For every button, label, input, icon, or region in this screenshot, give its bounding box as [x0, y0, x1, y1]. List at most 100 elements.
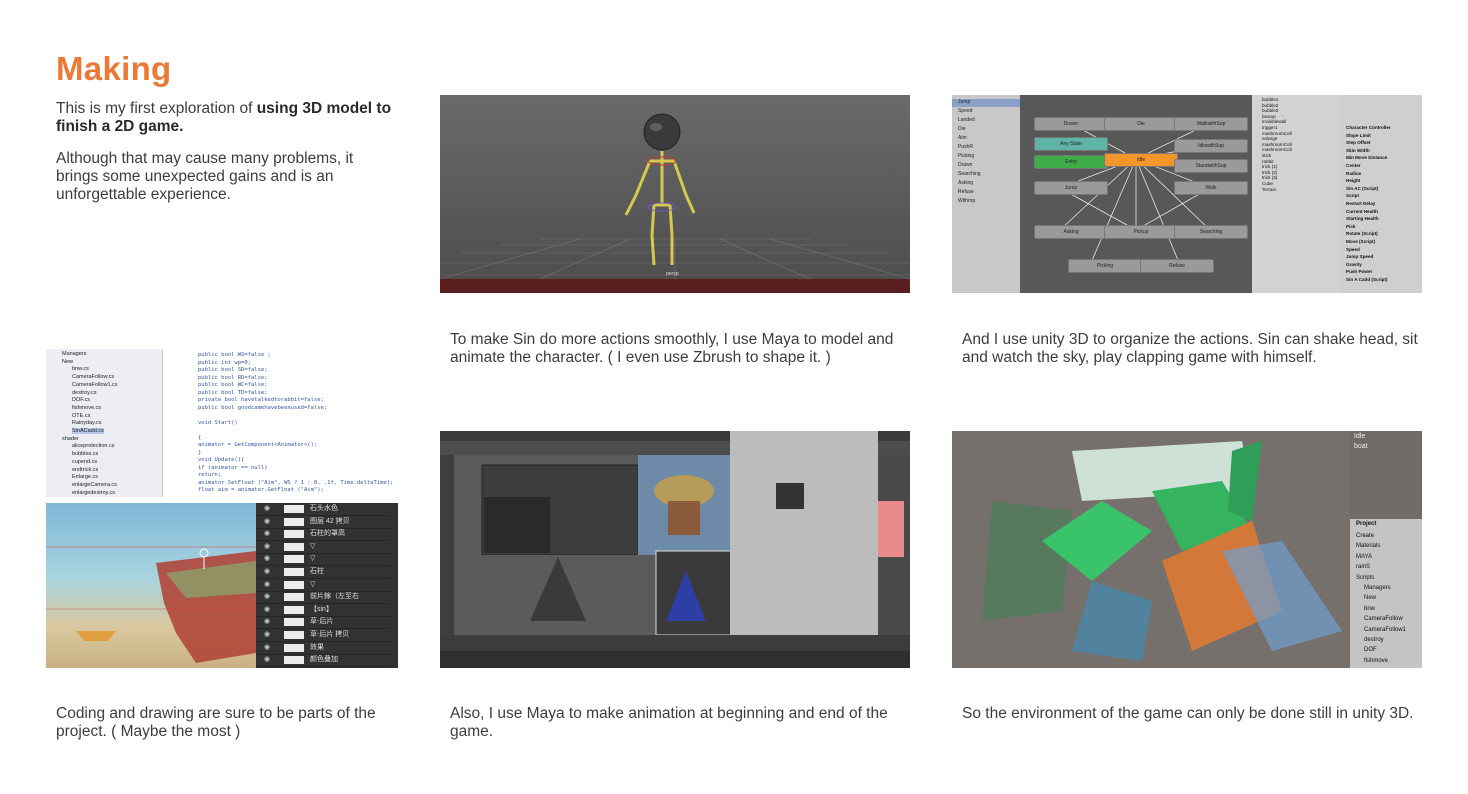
layer-row[interactable]: ◉ 石柱的罩高	[256, 528, 390, 542]
eye-icon[interactable]: ◉	[264, 604, 270, 616]
project-tree-item[interactable]: shader	[62, 436, 79, 442]
project-item[interactable]: New	[1364, 595, 1376, 601]
hierarchy-item[interactable]: faceup	[1262, 114, 1276, 119]
state-node[interactable]: IdlewithSup	[1174, 139, 1248, 153]
eye-icon[interactable]: ◉	[264, 579, 270, 591]
state-node[interactable]: Picking	[1068, 259, 1142, 273]
state-node[interactable]: Entry	[1034, 155, 1108, 169]
project-tree-item[interactable]: OTE.cs	[72, 413, 90, 419]
state-node[interactable]: Asking	[1034, 225, 1108, 239]
eye-icon[interactable]: ◉	[264, 553, 270, 565]
project-item[interactable]: rainS	[1356, 564, 1370, 570]
project-tree-item[interactable]: aliceprotection.cs	[72, 443, 115, 449]
project-tree-item[interactable]: Enlarge.cs	[72, 474, 98, 480]
param-row[interactable]: Drawn	[952, 162, 1020, 170]
param-row[interactable]: Refuse	[952, 189, 1020, 197]
param-row[interactable]: Asking	[952, 180, 1020, 188]
hierarchy-item[interactable]: trick (3)	[1262, 175, 1277, 180]
scene-label-boat[interactable]: boat	[1354, 443, 1368, 450]
layer-row[interactable]: ◉ 图层 42 拷贝	[256, 516, 390, 529]
param-row[interactable]: Picking	[952, 153, 1020, 161]
hierarchy-item[interactable]: enlarge	[1262, 136, 1277, 141]
project-tree-item[interactable]: enlargedestroy.cs	[72, 490, 115, 496]
project-tree-item[interactable]: cupend.cs	[72, 459, 97, 465]
state-node[interactable]: Drawn	[1034, 117, 1108, 131]
project-tree-item[interactable]: SinACadd.cs	[72, 428, 104, 434]
project-tree-item[interactable]: Rainyday.cs	[72, 420, 102, 426]
project-item[interactable]: Scripts	[1356, 575, 1374, 581]
layer-row[interactable]: ◉ ▽	[256, 553, 390, 567]
param-row[interactable]: Landed	[952, 117, 1020, 125]
state-node[interactable]: Walk	[1174, 181, 1248, 195]
project-item[interactable]: Materials	[1356, 543, 1380, 549]
eye-icon[interactable]: ◉	[264, 654, 270, 666]
eye-icon[interactable]: ◉	[264, 566, 270, 578]
animator-graph[interactable]: Drawn Die WalkwithSup Any State Idlewith…	[1020, 95, 1252, 293]
project-item[interactable]: Create	[1356, 533, 1374, 539]
project-tree-item[interactable]: bnw.cs	[72, 366, 89, 372]
hierarchy-item[interactable]: trick (2)	[1262, 170, 1277, 175]
hierarchy-item[interactable]: trick (1)	[1262, 164, 1277, 169]
hierarchy-item[interactable]: mashroomColl	[1262, 147, 1292, 152]
hierarchy-item[interactable]: bubble2	[1262, 103, 1278, 108]
animation-timeline[interactable]	[440, 279, 910, 293]
hierarchy-item[interactable]: rabbit	[1262, 159, 1274, 164]
hierarchy-item[interactable]: mashroomColl	[1262, 131, 1292, 136]
project-item[interactable]: CameraFollow	[1364, 616, 1403, 622]
scene-label-idle[interactable]: Idle	[1354, 433, 1365, 440]
param-row[interactable]: PushR	[952, 144, 1020, 152]
state-node[interactable]: Pickup	[1104, 225, 1178, 239]
layer-row[interactable]: ◉ 石头水色	[256, 503, 390, 516]
layer-row[interactable]: ◉ 前片鎵（左至右	[256, 591, 390, 605]
state-node[interactable]: Refuse	[1140, 259, 1214, 273]
project-tree-item[interactable]: fishmove.cs	[72, 405, 101, 411]
project-item[interactable]: bnw	[1364, 606, 1375, 612]
layer-row[interactable]: ◉ ▽	[256, 541, 390, 554]
state-node[interactable]: Jump	[1034, 181, 1108, 195]
eye-icon[interactable]: ◉	[264, 528, 270, 540]
project-item[interactable]: Managers	[1364, 585, 1391, 591]
layer-row[interactable]: ◉ 效果	[256, 642, 390, 655]
project-item[interactable]: destroy	[1364, 637, 1384, 643]
project-tree-item[interactable]: destroy.cs	[72, 390, 97, 396]
eye-icon[interactable]: ◉	[264, 541, 270, 553]
project-item[interactable]: CameraFollow1	[1364, 627, 1406, 633]
hierarchy-item[interactable]: mashroomColl	[1262, 142, 1292, 147]
layer-row[interactable]: ◉ 【sin】	[256, 604, 390, 617]
state-node[interactable]: Idle	[1104, 153, 1178, 167]
hierarchy-item[interactable]: bubble3	[1262, 108, 1278, 113]
param-row[interactable]: Jump	[952, 99, 1020, 107]
state-node[interactable]: Any State	[1034, 137, 1108, 151]
project-tree-item[interactable]: New	[62, 359, 73, 365]
eye-icon[interactable]: ◉	[264, 516, 270, 528]
project-item[interactable]: DOF	[1364, 647, 1377, 653]
state-node[interactable]: WalkwithSup	[1174, 117, 1248, 131]
param-row[interactable]: Aim	[952, 135, 1020, 143]
layer-row[interactable]: ◉ 颜色叠加	[256, 654, 390, 668]
eye-icon[interactable]: ◉	[264, 503, 270, 515]
hierarchy-item[interactable]: invisiblewall	[1262, 119, 1286, 124]
hierarchy-item[interactable]: trigger1	[1262, 125, 1278, 130]
eye-icon[interactable]: ◉	[264, 616, 270, 628]
project-tree-item[interactable]: CameraFollow.cs	[72, 374, 114, 380]
project-item[interactable]: MAYA	[1356, 554, 1372, 560]
project-tree-item[interactable]: Managers	[62, 351, 86, 357]
eye-icon[interactable]: ◉	[264, 629, 270, 641]
project-tree-item[interactable]: bubbles.cs	[72, 451, 98, 457]
layer-row[interactable]: ◉ ▽	[256, 579, 390, 592]
layer-row[interactable]: ◉ 草-后片	[256, 616, 390, 630]
project-item[interactable]: fishmove	[1364, 658, 1388, 664]
param-row[interactable]: Speed	[952, 108, 1020, 116]
eye-icon[interactable]: ◉	[264, 642, 270, 654]
hierarchy-item[interactable]: bubble1	[1262, 97, 1278, 102]
layer-row[interactable]: ◉ 石柱	[256, 566, 390, 579]
layer-row[interactable]: ◉ 草-后片 拷贝	[256, 629, 390, 642]
project-tree-item[interactable]: enlargeCamera.cs	[72, 482, 117, 488]
param-row[interactable]: Die	[952, 126, 1020, 134]
code-area[interactable]: public bool WS=false ; public int wp=0; pu…	[164, 349, 398, 497]
drawing-canvas[interactable]	[46, 503, 256, 668]
param-row[interactable]: Searching	[952, 171, 1020, 179]
eye-icon[interactable]: ◉	[264, 591, 270, 603]
hierarchy-item[interactable]: stick	[1262, 153, 1271, 158]
project-tree-item[interactable]: DOF.cs	[72, 397, 90, 403]
